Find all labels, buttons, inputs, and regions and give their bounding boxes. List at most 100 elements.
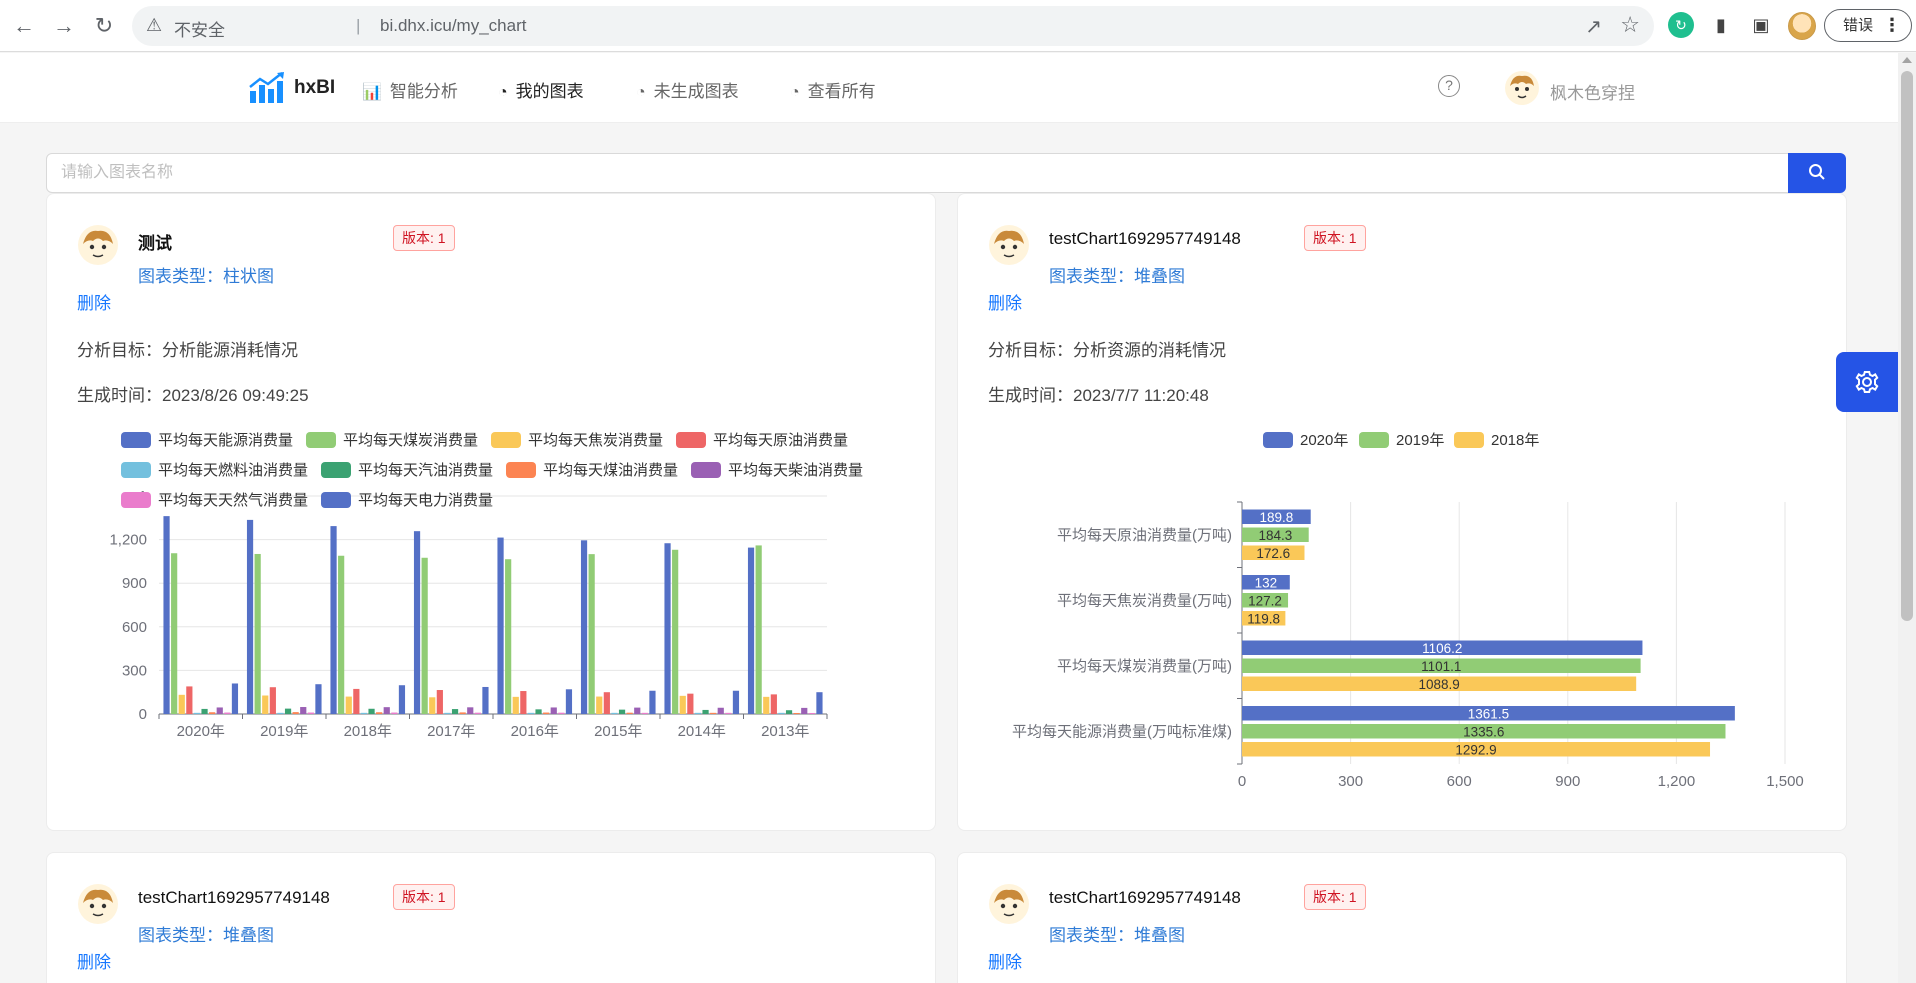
x-tick-label: 0 [1238,773,1246,790]
menu-item-label: 智能分析 [389,82,458,101]
bar-data-label: 184.3 [1258,528,1292,543]
url-text[interactable]: bi.dhx.icu/my_chart [380,16,526,36]
chart-bar [376,712,383,714]
chart-bar [565,689,573,714]
side-panel-icon[interactable]: ▣ [1748,12,1774,38]
chart-bar [262,695,269,714]
share-icon[interactable]: ↗ [1585,14,1602,39]
bar-data-label: 119.8 [1247,612,1280,627]
chart-bar [710,712,717,714]
chart-bar [558,712,565,714]
delete-link[interactable]: 删除 [77,948,111,973]
chart-bar [512,696,519,714]
menu-item-smart-analysis[interactable]: 📊 智能分析 [362,77,458,102]
chart-bar [391,712,398,714]
chart-bar [694,712,702,714]
menu-item-view-all[interactable]: ◔ 查看所有 [790,77,876,102]
logo-text[interactable]: hxBI [294,77,335,99]
bar-data-label: 1088.9 [1418,677,1459,692]
search-button[interactable] [1788,153,1846,193]
question-circle-icon[interactable]: ? [1438,75,1460,97]
forward-arrow-icon[interactable]: → [50,12,78,40]
chart-bar [778,712,785,714]
x-tick-label: 2016年 [511,723,559,740]
legend-swatch [1263,432,1293,448]
bookmark-star-icon[interactable]: ☆ [1620,12,1640,38]
chart-bar [186,686,193,714]
browser-profile-avatar[interactable] [1788,12,1816,40]
chart-bar [596,696,603,714]
chart-bar [550,707,557,714]
error-label: 错误 [1843,17,1874,34]
legend-label: 平均每天汽油消费量 [358,462,493,479]
x-tick-label: 1,500 [1766,773,1804,790]
chart-bar [209,712,216,714]
reload-icon[interactable]: ↻ [90,12,118,40]
y-tick-label: 1,200 [109,532,147,549]
y-tick-label: 平均每天焦炭消费量(万吨) [1057,592,1232,609]
delete-link[interactable]: 删除 [988,948,1022,973]
scroll-thumb[interactable] [1901,71,1913,621]
card-title: testChart1692957749148 [138,888,330,907]
chart-bar [770,694,777,714]
back-arrow-icon[interactable]: ← [10,12,38,40]
chart-bar [785,710,793,714]
logo-chart-icon[interactable] [248,71,286,105]
search-input[interactable] [46,153,1790,193]
scroll-up-arrow-icon[interactable] [1902,57,1912,63]
bar-data-label: 132 [1255,576,1278,591]
chart-bar [474,712,481,714]
error-button[interactable]: 错误 ⋮ [1824,9,1912,42]
settings-button[interactable] [1836,352,1898,412]
menu-item-my-charts[interactable]: ◔ 我的图表 [498,77,584,102]
user-name[interactable]: 枫木色穿捏 [1550,79,1635,104]
page-scrollbar[interactable] [1898,53,1916,983]
browser-toolbar: ← → ↻ ⚠ 不安全 | bi.dhx.icu/my_chart ↗ ☆ ↻ … [0,0,1916,52]
chart-bar [444,712,451,714]
legend-swatch [491,432,521,448]
chart-bar [672,549,679,714]
chart-bar [725,712,732,714]
chart-bar [231,683,239,714]
legend-swatch [1359,432,1389,448]
y-tick-label: 0 [139,706,147,723]
horizontal-bar-chart: 0 300 600 900 1,200 1,500 平均每天能源消费量(万吨标准煤) 1361… [1012,432,1804,790]
x-tick-label: 2018年 [344,723,392,740]
legend-swatch [691,462,721,478]
chart-bar [808,712,815,714]
legend-swatch [121,432,151,448]
bar-chart: 03006009001,20012020年2019年2018年2017年2016… [109,432,863,740]
legend-swatch [121,492,151,508]
legend-swatch [321,492,351,508]
menu-item-label: 我的图表 [515,82,584,101]
x-tick-label: 1,200 [1658,773,1696,790]
x-tick-label: 2014年 [678,723,726,740]
legend-label: 平均每天能源消费量 [158,432,293,449]
chart-bar [527,712,535,714]
card-avatar [78,884,118,924]
chart-bar [717,707,724,714]
bar-chart-icon: 📊 [362,84,382,101]
chart-bar [459,712,466,714]
chart-card: testChart1692957749148 版本: 1 图表类型：堆叠图 删除… [957,193,1847,831]
bar-data-label: 1101.1 [1421,659,1461,674]
chart-card: testChart1692957749148 版本: 1 图表类型：堆叠图 删除 [957,852,1847,983]
chart-bar [330,526,337,714]
x-tick-label: 2019年 [260,723,308,740]
extensions-puzzle-icon[interactable]: ▮ [1708,12,1734,38]
chart-bar [801,707,808,714]
address-bar[interactable]: ⚠ 不安全 | bi.dhx.icu/my_chart ↗ ☆ [132,6,1654,46]
menu-item-label: 未生成图表 [653,82,739,101]
chart-bar [353,688,360,714]
legend-label: 2019年 [1396,432,1444,449]
menu-item-ungenerated-charts[interactable]: ◔ 未生成图表 [636,77,739,102]
chart-bar [580,540,588,714]
x-tick-label: 2017年 [427,723,475,740]
legend-swatch [1454,432,1484,448]
bar-data-label: 1361.5 [1468,707,1509,722]
chart-bar [634,707,641,714]
extension-sync-icon[interactable]: ↻ [1668,12,1694,38]
chart-bar [315,684,322,714]
bar-data-label: 1292.9 [1455,743,1496,758]
user-avatar[interactable] [1504,70,1540,106]
